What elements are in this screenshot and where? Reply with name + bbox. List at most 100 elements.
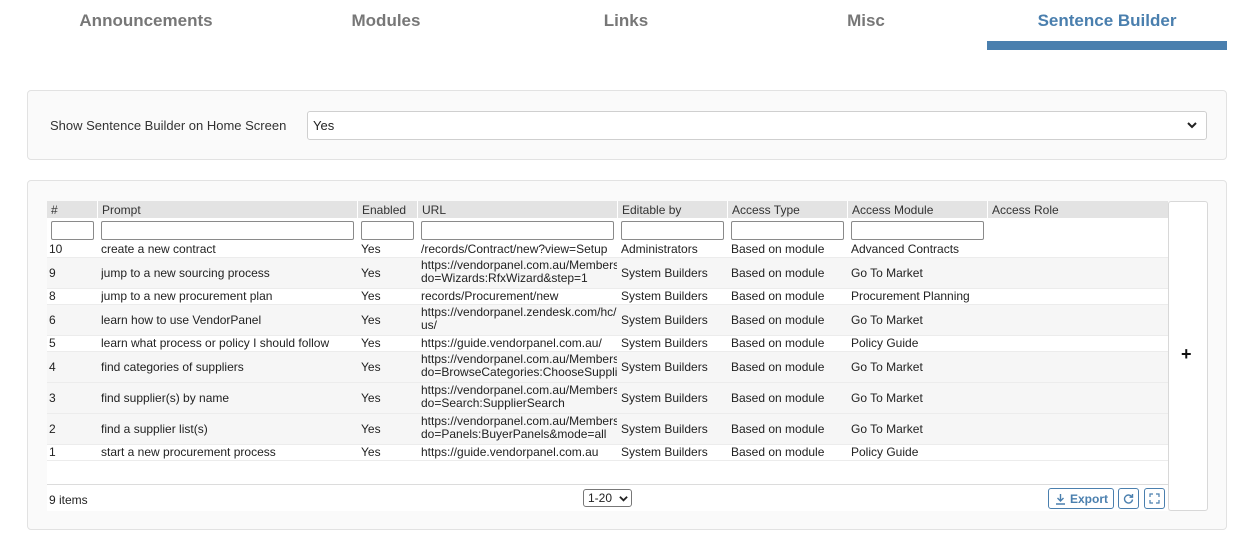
cell-prompt: find a supplier list(s)	[101, 422, 208, 436]
cell-access-type: Based on module	[731, 336, 825, 350]
table-row[interactable]: 1 start a new procurement process Yes https…	[47, 445, 1168, 461]
select-value: Yes	[313, 118, 335, 133]
cell-editable-by: System Builders	[621, 266, 708, 280]
cell-url: https://guide.vendorpanel.com.au	[421, 445, 599, 459]
table-row[interactable]: 9 jump to a new sourcing process Yes https:…	[47, 258, 1168, 289]
cell-editable-by: Administrators	[621, 242, 698, 256]
cell-url: https://vendorpanel.com.au/Members do=Pa…	[421, 414, 617, 441]
column-header-number[interactable]: #	[47, 201, 97, 218]
cell-access-role	[991, 445, 1167, 461]
tab-modules[interactable]: Modules	[266, 0, 506, 50]
cell-prompt: jump to a new sourcing process	[101, 266, 270, 280]
cell-number: 6	[49, 313, 56, 327]
show-sentence-builder-select[interactable]: Yes	[307, 111, 1207, 140]
cell-access-role	[991, 289, 1167, 305]
filter-prompt-input[interactable]	[101, 221, 354, 240]
plus-icon: +	[1181, 344, 1192, 364]
download-icon	[1056, 494, 1065, 505]
cell-editable-by: System Builders	[621, 336, 708, 350]
cell-number: 10	[49, 242, 63, 256]
fullscreen-icon	[1149, 493, 1160, 504]
filter-editable-by-input[interactable]	[621, 221, 724, 240]
cell-prompt: find categories of suppliers	[101, 360, 244, 374]
cell-prompt: find supplier(s) by name	[101, 391, 230, 405]
cell-url: https://guide.vendorpanel.com.au/	[421, 336, 602, 350]
cell-url: /records/Contract/new?view=Setup	[421, 242, 608, 256]
column-header-access-type[interactable]: Access Type	[727, 201, 847, 218]
table-row[interactable]: 6 learn how to use VendorPanel Yes https://…	[47, 305, 1168, 336]
cell-enabled: Yes	[361, 336, 381, 350]
sentence-grid: # Prompt Enabled URL Editable by Access …	[47, 201, 1168, 511]
cell-access-type: Based on module	[731, 445, 825, 459]
add-row-button[interactable]: +	[1168, 201, 1208, 511]
cell-enabled: Yes	[361, 445, 381, 459]
chevron-down-icon	[619, 496, 628, 502]
table-row[interactable]: 8 jump to a new procurement plan Yes record…	[47, 289, 1168, 305]
page-size-value: 1-20	[588, 491, 613, 505]
cell-number: 5	[49, 336, 56, 350]
tab-sentence-builder[interactable]: Sentence Builder	[987, 0, 1227, 50]
filter-access-module-input[interactable]	[851, 221, 984, 240]
column-header-prompt[interactable]: Prompt	[97, 201, 357, 218]
table-row[interactable]: 4 find categories of suppliers Yes https://…	[47, 352, 1168, 383]
cell-enabled: Yes	[361, 360, 381, 374]
table-row[interactable]: 3 find supplier(s) by name Yes https://vend…	[47, 383, 1168, 414]
column-header-enabled[interactable]: Enabled	[357, 201, 417, 218]
cell-access-role	[991, 352, 1167, 383]
cell-url: https://vendorpanel.com.au/Members do=Se…	[421, 383, 617, 410]
cell-url: records/Procurement/new	[421, 289, 559, 303]
cell-number: 3	[49, 391, 56, 405]
cell-access-type: Based on module	[731, 313, 825, 327]
cell-enabled: Yes	[361, 422, 381, 436]
page-size-select[interactable]: 1-20	[583, 489, 632, 507]
tab-announcements[interactable]: Announcements	[26, 0, 266, 50]
tab-label: Sentence Builder	[1037, 11, 1177, 30]
grid-footer: 9 items 1-20 Export	[47, 484, 1168, 511]
cell-editable-by: System Builders	[621, 313, 708, 327]
settings-panel: Show Sentence Builder on Home Screen Yes	[27, 90, 1227, 160]
cell-url: https://vendorpanel.com.au/Members do=Wi…	[421, 258, 617, 285]
cell-prompt: learn what process or policy I should fo…	[101, 336, 330, 350]
column-header-url[interactable]: URL	[417, 201, 617, 218]
cell-prompt: create a new contract	[101, 242, 216, 256]
table-row[interactable]: 10 create a new contract Yes/records/Contr…	[47, 242, 1168, 258]
cell-editable-by: System Builders	[621, 422, 708, 436]
cell-editable-by: System Builders	[621, 289, 708, 303]
cell-editable-by: System Builders	[621, 445, 708, 459]
table-row[interactable]: 2 find a supplier list(s) Yes https://vendo…	[47, 414, 1168, 445]
cell-prompt: jump to a new procurement plan	[101, 289, 273, 303]
cell-access-type: Based on module	[731, 242, 825, 256]
filter-access-type-input[interactable]	[731, 221, 844, 240]
grid-header: # Prompt Enabled URL Editable by Access …	[47, 201, 1168, 218]
tab-links[interactable]: Links	[506, 0, 746, 50]
cell-prompt: start a new procurement process	[101, 445, 276, 459]
cell-number: 9	[49, 266, 56, 280]
cell-access-role	[991, 336, 1167, 352]
cell-number: 1	[49, 445, 56, 459]
cell-access-module: Policy Guide	[851, 336, 919, 350]
cell-access-type: Based on module	[731, 266, 825, 280]
column-header-access-module[interactable]: Access Module	[847, 201, 987, 218]
column-header-editable-by[interactable]: Editable by	[617, 201, 727, 218]
table-row[interactable]: 5 learn what process or policy I should f…	[47, 336, 1168, 352]
filter-enabled-input[interactable]	[361, 221, 414, 240]
tab-misc[interactable]: Misc	[746, 0, 986, 50]
cell-enabled: Yes	[361, 266, 381, 280]
refresh-icon	[1123, 494, 1134, 504]
fullscreen-button[interactable]	[1144, 488, 1165, 509]
cell-access-role	[991, 305, 1167, 336]
cell-enabled: Yes	[361, 313, 381, 327]
tab-label: Announcements	[79, 11, 213, 30]
column-header-access-role[interactable]: Access Role	[987, 201, 1168, 218]
filter-url-input[interactable]	[421, 221, 614, 240]
cell-access-role	[991, 242, 1167, 258]
export-button[interactable]: Export	[1048, 488, 1114, 509]
cell-enabled: Yes	[361, 242, 381, 256]
cell-number: 4	[49, 360, 56, 374]
grid-body: 10 create a new contract Yes/records/Contr…	[47, 242, 1168, 461]
cell-access-module: Go To Market	[851, 422, 923, 436]
refresh-button[interactable]	[1118, 488, 1139, 509]
filter-number-input[interactable]	[51, 221, 94, 240]
cell-editable-by: System Builders	[621, 391, 708, 405]
filter-row	[47, 218, 1168, 242]
